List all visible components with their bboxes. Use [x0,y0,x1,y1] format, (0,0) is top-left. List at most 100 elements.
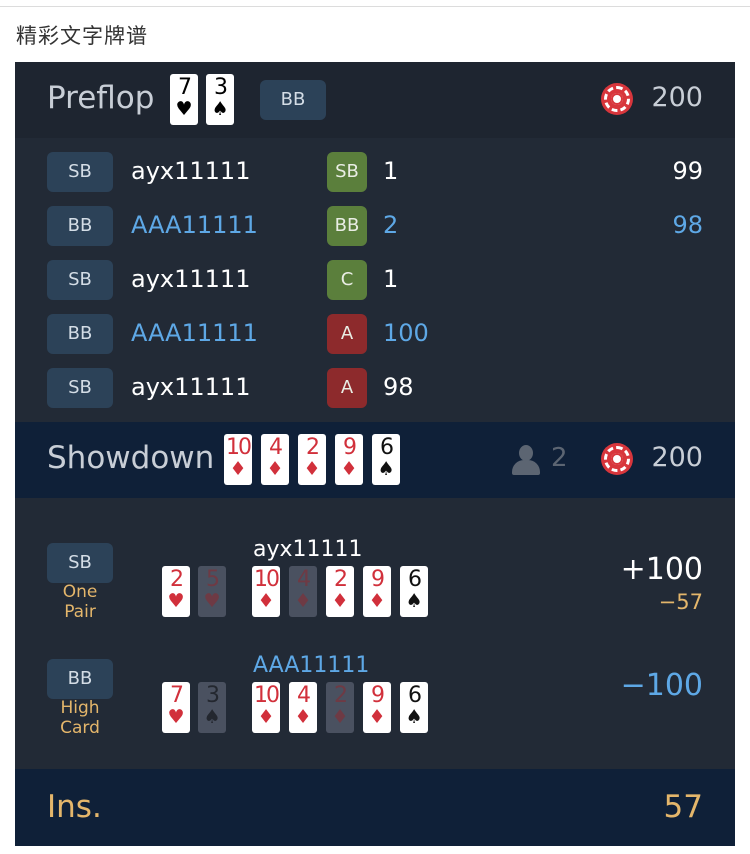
card-rank: 3 [206,683,220,708]
card-suit: ♥ [203,590,221,612]
card-suit: ♥ [167,590,185,612]
insurance-amount: −57 [658,590,703,614]
player-name: ayx11111 [131,373,251,401]
hand-rank-label: Pair [64,602,96,622]
card-rank: 2 [334,567,348,592]
card-rank: 10 [254,683,280,708]
action-amount: 100 [383,319,429,347]
card-suit: ♦ [340,458,358,480]
action-row: BB AAA11111 BB 2 98 [15,200,735,254]
player-name: AAA11111 [253,653,370,678]
card-rank: 4 [269,435,283,460]
hero-position-badge: BB [260,80,326,120]
card-suit: ♦ [257,706,275,728]
card-rank: 10 [254,567,280,592]
card-suit: ♦ [257,590,275,612]
action-amount: 98 [383,373,414,401]
card-rank: 7 [178,75,192,100]
card-suit: ♦ [303,458,321,480]
card-suit: ♥ [167,706,185,728]
result-amount: −100 [620,668,703,703]
action-badge: C [327,260,367,300]
result-amount: +100 [620,552,703,587]
card-suit: ♦ [266,458,284,480]
card-suit: ♦ [368,706,386,728]
position-badge: BB [47,206,113,246]
showdown-pot: 200 [651,442,703,473]
action-badge: A [327,368,367,408]
preflop-header: Preflop 7 ♥ 3 ♠ BB 200 [15,62,735,138]
card-suit: ♠ [405,590,423,612]
position-badge: SB [47,260,113,300]
card-rank: 9 [371,567,385,592]
board-card: 4 ♦ [289,566,317,617]
board-card: 6 ♠ [372,434,400,485]
card-rank: 3 [214,75,228,100]
hole-card-1: 7 ♥ [170,74,198,125]
action-amount: 1 [383,265,399,293]
card-suit: ♠ [211,98,229,120]
hole-card: 3 ♠ [198,682,226,733]
card-suit: ♦ [331,706,349,728]
board-card: 10 ♦ [252,566,280,617]
card-suit: ♦ [229,458,247,480]
hand-rank-label: High [60,698,100,718]
position-badge: SB [47,152,113,192]
position-badge: BB [47,659,113,699]
action-row: SB ayx11111 C 1 [15,254,735,308]
hole-card: 2 ♥ [162,566,190,617]
poker-chip-icon [601,83,633,115]
action-amount: 2 [383,211,399,239]
poker-chip-icon [601,443,633,475]
card-rank: 6 [408,567,422,592]
board-card: 9 ♦ [335,434,363,485]
card-suit: ♠ [405,706,423,728]
card-suit: ♦ [294,590,312,612]
hand-history-panel: Preflop 7 ♥ 3 ♠ BB 200 SB ayx11111 SB 1 99 BB… [15,62,735,846]
person-icon [512,445,540,475]
preflop-pot: 200 [651,82,703,113]
card-suit: ♦ [331,590,349,612]
hand-rank-label: One [62,582,98,602]
card-suit: ♠ [203,706,221,728]
preflop-title: Preflop [47,80,155,116]
action-row: SB ayx11111 A 98 [15,362,735,416]
card-suit: ♥ [175,98,193,120]
board-card: 9 ♦ [363,682,391,733]
position-badge: BB [47,314,113,354]
board-card: 6 ♠ [400,682,428,733]
insurance-bar: Ins. 57 [15,769,735,846]
remaining-stack: 98 [672,211,703,239]
board-card: 2 ♦ [298,434,326,485]
insurance-label: Ins. [47,789,102,825]
board-card: 10 ♦ [224,434,252,485]
card-rank: 7 [170,683,184,708]
card-rank: 10 [226,435,252,460]
card-rank: 2 [170,567,184,592]
action-row: SB ayx11111 SB 1 99 [15,146,735,200]
showdown-header: Showdown 10 ♦ 4 ♦ 2 ♦ 9 ♦ 6 ♠ 2 200 [15,422,735,498]
top-divider [0,6,750,7]
player-name: ayx11111 [253,537,363,562]
players-count: 2 [551,443,568,473]
insurance-value: 57 [663,789,703,825]
showdown-title: Showdown [47,440,215,476]
card-rank: 4 [297,567,311,592]
player-name: AAA11111 [131,211,258,239]
action-badge: SB [327,152,367,192]
position-badge: SB [47,368,113,408]
card-suit: ♠ [377,458,395,480]
board-card: 4 ♦ [261,434,289,485]
card-rank: 4 [297,683,311,708]
card-rank: 6 [380,435,394,460]
hole-card-2: 3 ♠ [206,74,234,125]
hand-rank-label: Card [60,718,100,738]
board-card: 9 ♦ [363,566,391,617]
card-suit: ♦ [294,706,312,728]
position-badge: SB [47,543,113,583]
player-name: ayx11111 [131,265,251,293]
board-card: 2 ♦ [326,566,354,617]
hole-card: 7 ♥ [162,682,190,733]
action-badge: A [327,314,367,354]
board-card: 6 ♠ [400,566,428,617]
